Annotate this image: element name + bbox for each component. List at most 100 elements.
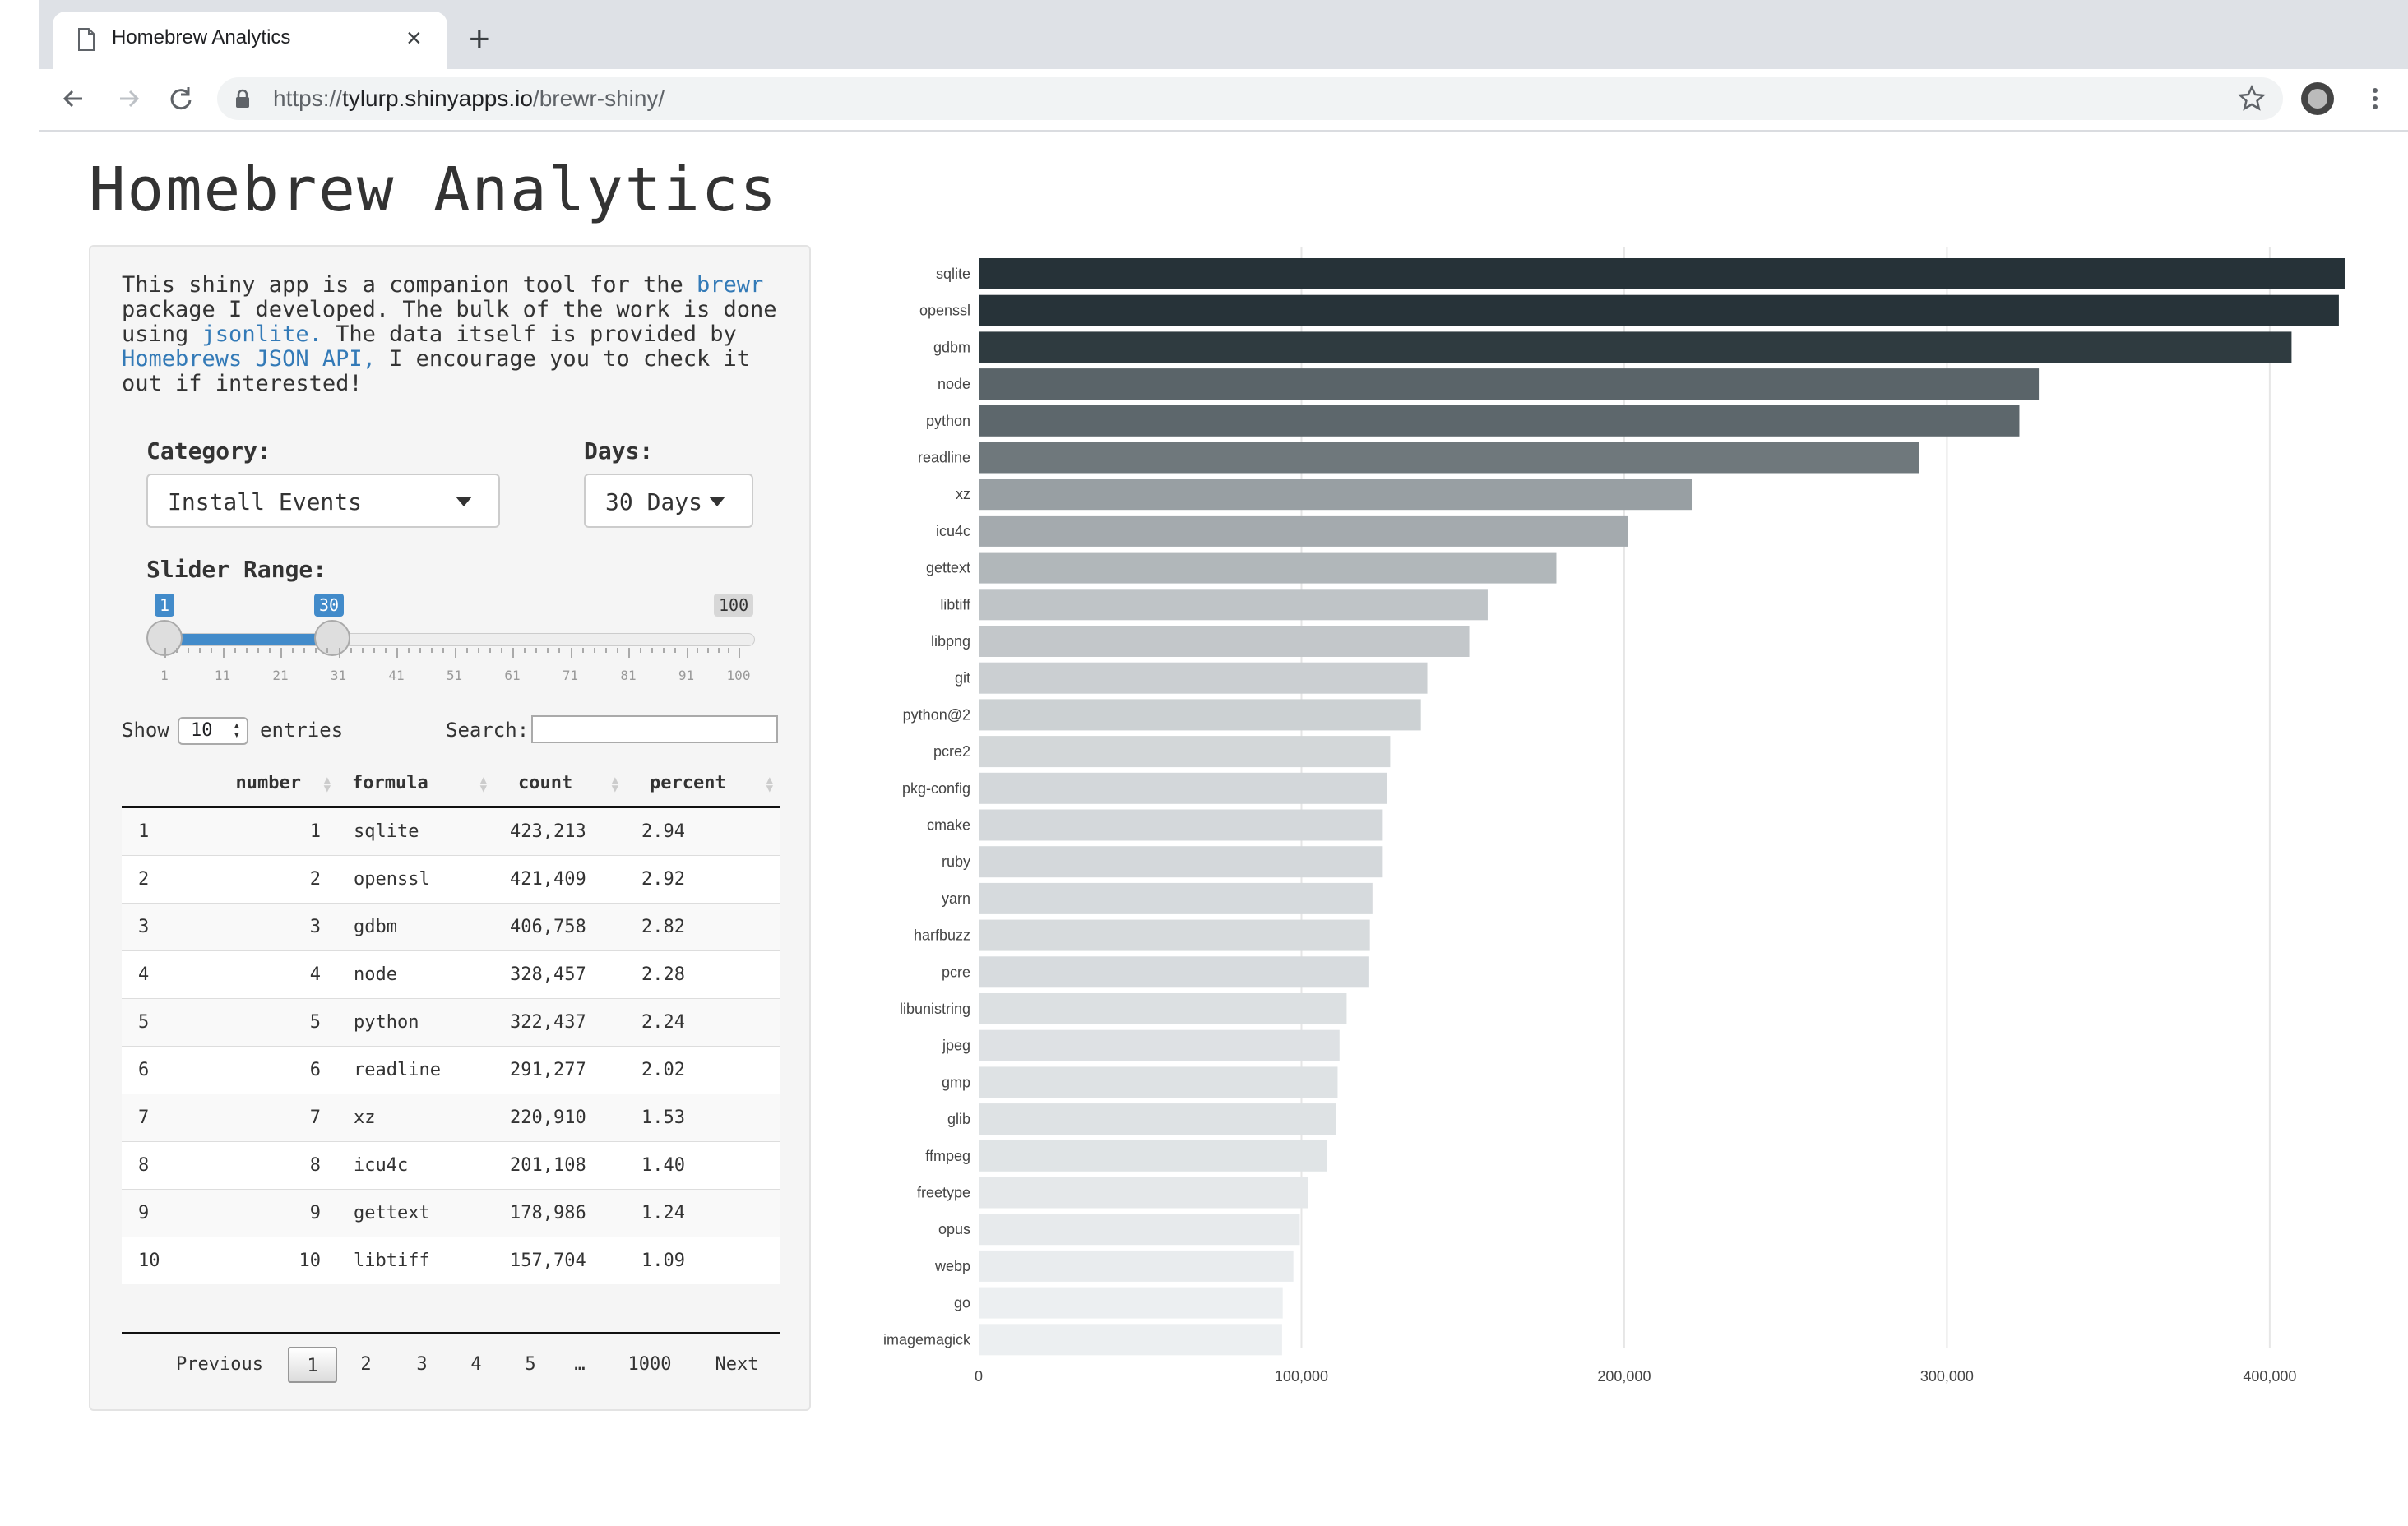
bar-cmake[interactable]: [979, 809, 1383, 841]
slider-to-handle[interactable]: [314, 620, 350, 656]
bar-webp[interactable]: [979, 1250, 1294, 1282]
slider-major-tick: [222, 648, 225, 658]
days-select[interactable]: 30 Days: [584, 474, 753, 528]
slider-minor-tick: [431, 648, 433, 653]
bar-opus[interactable]: [979, 1214, 1300, 1246]
bar-libpng[interactable]: [979, 626, 1470, 657]
show-label: Show: [122, 719, 169, 742]
page-button-1000[interactable]: 1000: [617, 1347, 683, 1383]
category-label: python: [926, 413, 970, 429]
category-label: pkg-config: [902, 780, 970, 797]
category-label: icu4c: [936, 523, 970, 539]
column-header-label: count: [518, 772, 573, 793]
category-value: Install Events: [168, 488, 363, 516]
bar-sqlite[interactable]: [979, 258, 2345, 289]
bar-node[interactable]: [979, 368, 2040, 400]
cell-index: 2: [122, 855, 214, 904]
page-button-5[interactable]: 5: [510, 1347, 551, 1383]
bar-pkg-config[interactable]: [979, 772, 1387, 804]
bar-harfbuzz[interactable]: [979, 919, 1370, 951]
table-row[interactable]: 1 1 sqlite 423,213 2.94: [122, 807, 780, 856]
next-page-button[interactable]: Next: [704, 1347, 770, 1383]
cell-count: 178,986: [493, 1189, 625, 1237]
bar-git[interactable]: [979, 662, 1428, 694]
new-tab-icon[interactable]: +: [469, 20, 490, 59]
bar-freetype[interactable]: [979, 1177, 1308, 1209]
cell-number: 8: [214, 1141, 337, 1190]
cell-formula: gdbm: [337, 903, 493, 951]
entries-length-select[interactable]: 10 ▴ ▾: [178, 717, 248, 745]
bar-glib[interactable]: [979, 1103, 1336, 1135]
bar-icu4c[interactable]: [979, 515, 1628, 547]
category-label: yarn: [942, 890, 970, 907]
bar-python@2[interactable]: [979, 699, 1421, 731]
category-select[interactable]: Install Events: [146, 474, 500, 528]
table-row[interactable]: 2 2 openssl 421,409 2.92: [122, 855, 780, 904]
page-button-4[interactable]: 4: [456, 1347, 497, 1383]
bar-ffmpeg[interactable]: [979, 1140, 1327, 1172]
slider-minor-tick: [188, 648, 190, 653]
slider-tick-label: 11: [214, 668, 231, 683]
bar-gdbm[interactable]: [979, 331, 2292, 363]
cell-index: 9: [122, 1189, 214, 1237]
column-header-count[interactable]: count ▲ ▼: [493, 760, 625, 808]
slider-to-label: 30: [314, 594, 345, 617]
bar-yarn[interactable]: [979, 882, 1373, 914]
category-label: xz: [956, 486, 970, 502]
bar-go[interactable]: [979, 1287, 1283, 1319]
table-row[interactable]: 5 5 python 322,437 2.24: [122, 998, 780, 1047]
table-row[interactable]: 4 4 node 328,457 2.28: [122, 950, 780, 999]
bookmark-star-icon[interactable]: [2237, 84, 2267, 113]
bar-ruby[interactable]: [979, 846, 1383, 878]
page-button-1[interactable]: 1: [288, 1347, 337, 1383]
bar-openssl[interactable]: [979, 294, 2339, 326]
cell-formula: gettext: [337, 1189, 493, 1237]
bar-gettext[interactable]: [979, 552, 1557, 584]
column-header-percent[interactable]: percent ▲ ▼: [625, 760, 780, 808]
table-header-row: number ▲ ▼ formula ▲ ▼ count ▲ ▼ percent ▲ ▼: [122, 760, 780, 808]
back-arrow-icon[interactable]: [56, 81, 92, 117]
intro-text-part: The data itself is provided by: [322, 321, 737, 347]
table-row[interactable]: 3 3 gdbm 406,758 2.82: [122, 903, 780, 951]
table-row[interactable]: 10 10 libtiff 157,704 1.09: [122, 1237, 780, 1284]
reload-icon[interactable]: [163, 81, 199, 117]
category-label: freetype: [917, 1185, 970, 1201]
category-label: opus: [938, 1221, 970, 1237]
jsonlite-link[interactable]: jsonlite.: [202, 321, 322, 347]
table-row[interactable]: 9 9 gettext 178,986 1.24: [122, 1189, 780, 1237]
slider-minor-tick: [728, 648, 730, 653]
cell-number: 2: [214, 855, 337, 904]
close-tab-icon[interactable]: ×: [406, 23, 422, 53]
column-header-number[interactable]: number ▲ ▼: [214, 760, 337, 808]
slider-minor-tick: [465, 648, 468, 653]
x-tick-label: 0: [975, 1368, 983, 1385]
slider-minor-tick: [663, 648, 665, 653]
bar-imagemagick[interactable]: [979, 1324, 1282, 1356]
bar-pcre2[interactable]: [979, 736, 1391, 768]
previous-page-button[interactable]: Previous: [161, 1347, 278, 1383]
bar-python[interactable]: [979, 405, 2020, 437]
bar-xz[interactable]: [979, 479, 1693, 511]
bar-readline[interactable]: [979, 442, 1919, 474]
brewr-link[interactable]: brewr: [697, 272, 763, 298]
slider-minor-tick: [717, 648, 720, 653]
slider-minor-tick: [442, 648, 445, 653]
category-label: ruby: [942, 853, 970, 870]
table-search-input[interactable]: [531, 715, 778, 743]
bar-libtiff[interactable]: [979, 589, 1488, 621]
homebrew-api-link[interactable]: Homebrews JSON API,: [122, 346, 376, 372]
browser-menu-icon[interactable]: [2360, 84, 2390, 113]
table-row[interactable]: 6 6 readline 291,277 2.02: [122, 1046, 780, 1094]
slider-major-tick: [396, 648, 399, 658]
page-button-2[interactable]: 2: [345, 1347, 387, 1383]
table-row[interactable]: 7 7 xz 220,910 1.53: [122, 1094, 780, 1142]
bar-gmp[interactable]: [979, 1066, 1338, 1098]
table-row[interactable]: 8 8 icu4c 201,108 1.40: [122, 1141, 780, 1190]
bar-pcre[interactable]: [979, 956, 1369, 988]
bar-libunistring[interactable]: [979, 993, 1347, 1024]
page-button-3[interactable]: 3: [401, 1347, 442, 1383]
column-header-formula[interactable]: formula ▲ ▼: [337, 760, 493, 808]
bar-jpeg[interactable]: [979, 1029, 1340, 1061]
profile-avatar[interactable]: [2301, 82, 2334, 115]
forward-arrow-icon[interactable]: [110, 81, 146, 117]
